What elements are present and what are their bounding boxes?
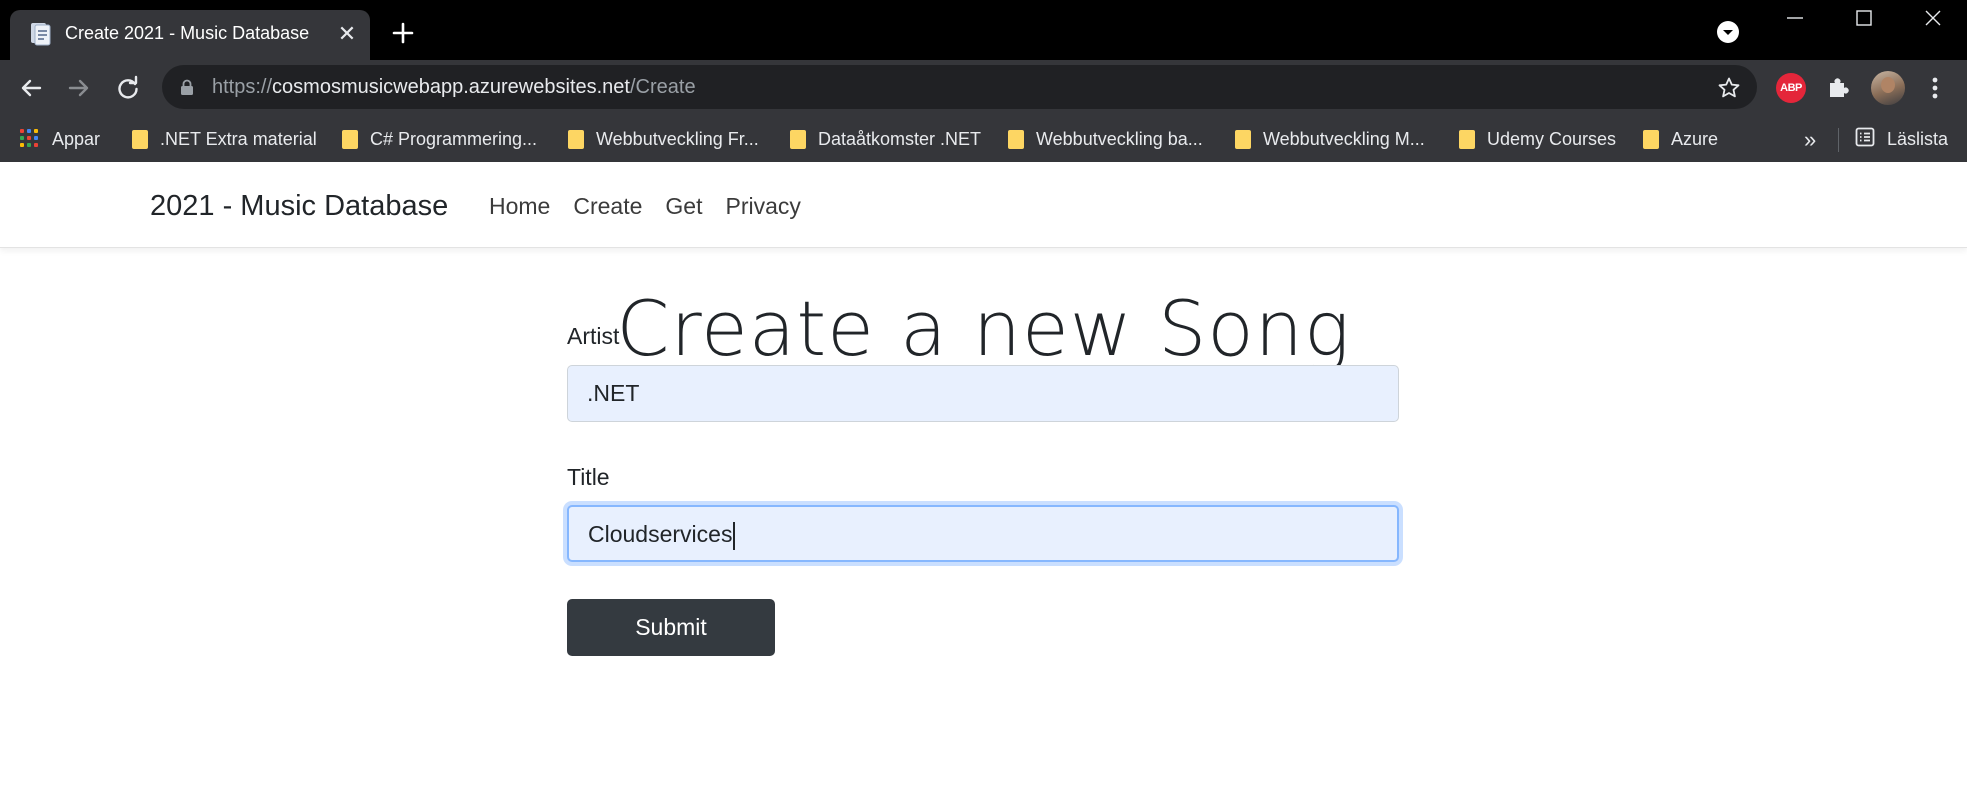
bookmark-folder[interactable]: .NET Extra material: [132, 122, 317, 156]
folder-icon: [1643, 129, 1659, 149]
folder-icon: [342, 129, 358, 149]
window-minimize-icon[interactable]: [1765, 0, 1825, 36]
bookmarks-divider: [1838, 128, 1839, 152]
folder-icon: [790, 129, 806, 149]
title-input[interactable]: Cloudservices: [567, 505, 1399, 562]
tab-close-icon[interactable]: ✕: [335, 22, 359, 46]
bookmark-label: Azure: [1671, 128, 1719, 149]
browser-toolbar: https://cosmosmusicwebapp.azurewebsites.…: [0, 60, 1967, 116]
artist-input-value: .NET: [587, 380, 640, 406]
folder-icon: [1459, 129, 1475, 149]
bookmark-folder[interactable]: Azure: [1643, 122, 1718, 156]
nav-link-get[interactable]: Get: [665, 193, 702, 220]
adblock-extension-icon[interactable]: ABP: [1776, 73, 1806, 103]
artist-input[interactable]: .NET: [567, 365, 1399, 422]
url-scheme: https://: [212, 76, 273, 98]
bookmarks-bar: Appar .NET Extra material C# Programmeri…: [0, 116, 1967, 162]
back-arrow-icon[interactable]: [16, 73, 46, 103]
site-navbar: 2021 - Music Database Home Create Get Pr…: [0, 162, 1967, 248]
site-nav-links: Home Create Get Privacy: [489, 193, 801, 220]
address-bar[interactable]: https://cosmosmusicwebapp.azurewebsites.…: [162, 65, 1757, 109]
bookmark-folder[interactable]: Webbutveckling Fr...: [568, 122, 759, 156]
site-brand-link[interactable]: 2021 - Music Database: [150, 190, 448, 223]
bookmark-folder[interactable]: C# Programmering...: [342, 122, 537, 156]
bookmark-folder[interactable]: Webbutveckling M...: [1235, 122, 1425, 156]
bookmark-folder[interactable]: Dataåtkomster .NET: [790, 122, 981, 156]
title-label: Title: [567, 464, 610, 490]
bookmark-label: Appar: [52, 128, 101, 149]
browser-tabstrip: Create 2021 - Music Database ✕: [0, 0, 1967, 60]
bookmark-label: Webbutveckling M...: [1263, 128, 1425, 149]
bookmark-label: Udemy Courses: [1487, 128, 1617, 149]
reading-list-label: Läslista: [1887, 128, 1949, 149]
folder-icon: [1235, 129, 1251, 149]
bookmark-label: Dataåtkomster .NET: [818, 128, 982, 149]
submit-button[interactable]: Submit: [567, 599, 775, 656]
window-maximize-icon[interactable]: [1834, 0, 1894, 36]
reload-icon[interactable]: [113, 73, 143, 103]
artist-label: Artist: [567, 323, 620, 349]
browser-menu-icon[interactable]: [1920, 73, 1950, 103]
lock-icon[interactable]: [180, 79, 194, 95]
url-text: https://cosmosmusicwebapp.azurewebsites.…: [212, 76, 696, 99]
bookmark-label: C# Programmering...: [370, 128, 538, 149]
reading-list-button[interactable]: Läslista: [1855, 122, 1948, 156]
bookmark-label: .NET Extra material: [160, 128, 317, 149]
tab-search-icon[interactable]: [1716, 20, 1740, 44]
web-page: 2021 - Music Database Home Create Get Pr…: [0, 162, 1967, 808]
folder-icon: [132, 129, 148, 149]
folder-icon: [568, 129, 584, 149]
folder-icon: [1008, 129, 1024, 149]
url-path: /Create: [629, 76, 696, 98]
apps-grid-icon: [20, 129, 40, 149]
bookmark-folder[interactable]: Udemy Courses: [1459, 122, 1616, 156]
new-tab-icon[interactable]: [388, 18, 418, 48]
page-favicon-icon: [30, 22, 51, 46]
nav-link-create[interactable]: Create: [573, 193, 642, 220]
window-close-icon[interactable]: [1903, 0, 1963, 36]
nav-link-privacy[interactable]: Privacy: [725, 193, 800, 220]
browser-tab-active[interactable]: Create 2021 - Music Database ✕: [10, 10, 370, 60]
bookmark-star-icon[interactable]: [1717, 76, 1741, 100]
reading-list-icon: [1855, 127, 1875, 152]
bookmarks-overflow-icon[interactable]: »: [1804, 127, 1816, 153]
text-caret: [733, 521, 736, 550]
profile-avatar[interactable]: [1871, 71, 1905, 105]
bookmark-folder[interactable]: Webbutveckling ba...: [1008, 122, 1203, 156]
bookmark-label: Webbutveckling ba...: [1036, 128, 1203, 149]
page-title-text: Create a new Song: [616, 284, 1351, 373]
forward-arrow-icon[interactable]: [64, 73, 94, 103]
page-title: Create a new Song: [0, 284, 1967, 373]
extensions-puzzle-icon[interactable]: [1824, 74, 1852, 102]
bookmark-apps[interactable]: Appar: [20, 122, 100, 156]
bookmark-label: Webbutveckling Fr...: [596, 128, 759, 149]
tab-title: Create 2021 - Music Database: [65, 23, 310, 43]
title-input-value: Cloudservices: [588, 521, 733, 547]
url-host: cosmosmusicwebapp.azurewebsites.net: [272, 76, 630, 98]
nav-link-home[interactable]: Home: [489, 193, 550, 220]
